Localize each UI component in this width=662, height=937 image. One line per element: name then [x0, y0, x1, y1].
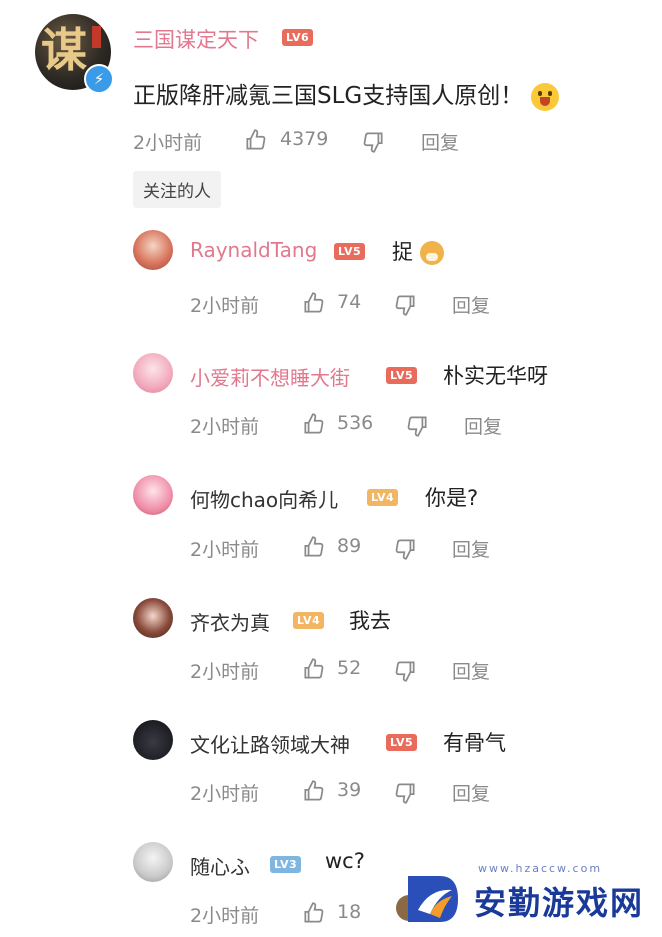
scream-emoji-icon [530, 82, 559, 111]
main-comment-text: 正版降肝减氪三国SLG支持国人原创！ [133, 76, 559, 111]
reply-level-badge: LV4 [367, 489, 399, 506]
like-icon[interactable] [301, 411, 327, 437]
reply-avatar[interactable] [133, 598, 173, 638]
main-username[interactable]: 三国谋定天下 [133, 24, 259, 54]
reply-text: wc? [325, 849, 365, 873]
reply-avatar[interactable] [133, 353, 173, 393]
reply-like-count: 18 [337, 901, 362, 923]
reply-button[interactable]: 回复 [452, 291, 490, 318]
reply-username[interactable]: 何物chao向希儿 [190, 484, 338, 513]
reply-text: 有骨气 [443, 731, 506, 755]
watermark-title: 安勤游戏网 [474, 884, 645, 922]
like-icon[interactable] [301, 778, 327, 804]
reply-avatar[interactable] [133, 842, 173, 882]
reply-like-count: 39 [337, 779, 362, 801]
like-icon[interactable] [301, 290, 327, 316]
reply-like-count: 536 [337, 412, 374, 434]
reply-level-badge: LV3 [270, 856, 302, 873]
reply-time: 2小时前 [190, 661, 260, 683]
reply-like-count: 89 [337, 535, 362, 557]
reply-text: 捉 [392, 236, 444, 266]
verified-badge-icon: ⚡ [84, 64, 114, 94]
reply-button[interactable]: 回复 [464, 412, 502, 439]
main-like-count: 4379 [280, 128, 329, 150]
reply-level-badge: LV5 [334, 243, 366, 260]
reply-avatar[interactable] [133, 720, 173, 760]
reply-username[interactable]: RaynaldTang [190, 238, 317, 262]
avatar-seal [92, 26, 101, 48]
reply-text: 我去 [349, 609, 391, 633]
avatar-glyph: 谋 [41, 23, 87, 77]
dislike-icon[interactable] [360, 129, 386, 155]
reply-username[interactable]: 随心ふ [190, 851, 250, 880]
like-icon[interactable] [301, 656, 327, 682]
dislike-icon[interactable] [392, 292, 418, 318]
doge-emoji-icon [419, 241, 444, 265]
dislike-icon[interactable] [392, 536, 418, 562]
dislike-icon[interactable] [404, 413, 430, 439]
reply-username[interactable]: 齐衣为真 [190, 607, 270, 636]
reply-time: 2小时前 [190, 295, 260, 317]
reply-level-badge: LV4 [293, 612, 325, 629]
reply-time: 2小时前 [190, 416, 260, 438]
reply-level-badge: LV5 [386, 367, 418, 384]
main-reply-button[interactable]: 回复 [421, 128, 459, 155]
like-icon[interactable] [243, 127, 269, 153]
like-icon[interactable] [301, 900, 327, 926]
reply-time: 2小时前 [190, 905, 260, 927]
reply-time: 2小时前 [190, 539, 260, 561]
main-time: 2小时前 [133, 132, 203, 154]
following-tag: 关注的人 [133, 171, 221, 208]
reply-level-badge: LV5 [386, 734, 418, 751]
watermark-url: www.hzaccw.com [478, 862, 603, 875]
like-icon[interactable] [301, 534, 327, 560]
dislike-icon[interactable] [392, 780, 418, 806]
reply-like-count: 52 [337, 657, 362, 679]
dislike-icon[interactable] [392, 658, 418, 684]
reply-button[interactable]: 回复 [452, 779, 490, 806]
reply-avatar-raynaldtang[interactable] [133, 230, 173, 270]
reply-like-count: 74 [337, 291, 362, 313]
reply-username[interactable]: 文化让路领域大神 [190, 729, 350, 758]
reply-avatar[interactable] [133, 475, 173, 515]
reply-time: 2小时前 [190, 783, 260, 805]
watermark-logo-icon [400, 866, 466, 932]
main-level-badge: LV6 [282, 29, 314, 46]
reply-text: 你是? [425, 486, 479, 510]
reply-text: 朴实无华呀 [443, 364, 548, 388]
reply-username[interactable]: 小爱莉不想睡大街 [190, 362, 350, 391]
reply-button[interactable]: 回复 [452, 657, 490, 684]
reply-button[interactable]: 回复 [452, 535, 490, 562]
